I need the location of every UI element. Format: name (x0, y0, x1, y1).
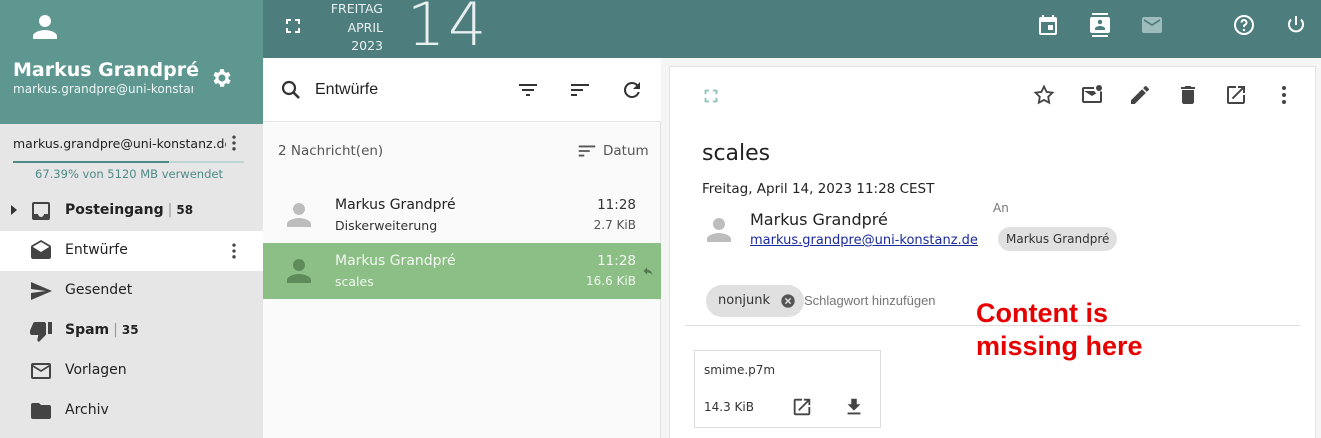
sort-icon[interactable] (568, 78, 592, 102)
sidebar-item-posteingang[interactable]: Posteingang | 58 (0, 191, 263, 231)
message-size: 2.7 KiB (593, 218, 636, 232)
message-date: Freitag, April 14, 2023 11:28 CEST (702, 181, 935, 197)
sidebar: Markus Grandpré markus.grandpre@uni-kons… (0, 0, 263, 438)
sort-icon (578, 145, 596, 157)
sidebar-item-entwuerfe[interactable]: Entwürfe (0, 231, 263, 271)
folder-label: Posteingang (65, 202, 164, 218)
sender-avatar-icon (287, 259, 311, 283)
refresh-icon[interactable] (620, 78, 644, 102)
folder-label: Entwürfe (65, 242, 128, 258)
sidebar-item-archiv[interactable]: Archiv (0, 391, 263, 431)
message-time: 11:28 (597, 197, 636, 213)
more-vertical-icon[interactable] (224, 133, 244, 153)
mark-unread-icon[interactable] (1080, 83, 1104, 107)
sender-avatar-icon (287, 203, 311, 227)
thumb-down-icon (30, 322, 52, 342)
folder-count: 58 (176, 203, 194, 217)
folder-count: 35 (121, 323, 139, 337)
folder-label: Vorlagen (65, 362, 127, 378)
message-size: 16.6 KiB (586, 274, 636, 288)
power-icon[interactable] (1284, 13, 1308, 37)
mail-icon[interactable] (1140, 13, 1164, 37)
tag-label: nonjunk (718, 293, 771, 308)
folder-icon (31, 403, 51, 419)
date-year: 2023 (351, 38, 383, 53)
tag-chip[interactable]: nonjunk (706, 285, 805, 317)
message-count: 2 Nachricht(en) (278, 143, 384, 159)
star-icon[interactable] (1032, 83, 1056, 107)
sender-name: Markus Grandpré (750, 210, 888, 229)
add-tag-input[interactable] (804, 293, 964, 308)
attachment-size: 14.3 KiB (704, 400, 754, 414)
folder-label: Gesendet (65, 282, 133, 298)
message-list-panel: 2 Nachricht(en) Datum Markus Grandpré Di… (263, 58, 661, 438)
quota-bar (13, 161, 244, 163)
message-subject: Diskerweiterung (335, 218, 438, 233)
list-item[interactable]: Markus Grandpré Diskerweiterung 11:28 2.… (263, 187, 661, 243)
open-external-icon[interactable] (1224, 83, 1248, 107)
user-email: markus.grandpre@uni-konstanz.de (13, 82, 193, 96)
folder-label: Spam (65, 322, 110, 338)
sidebar-item-spam[interactable]: Spam | 35 (0, 311, 263, 351)
expand-arrow-icon[interactable] (11, 205, 17, 215)
user-name: Markus Grandpré (13, 59, 199, 81)
filter-icon[interactable] (516, 78, 540, 102)
sender-email-link[interactable]: markus.grandpre@uni-konstanz.de (750, 233, 978, 248)
message-time: 11:28 (597, 253, 636, 269)
sender-avatar-icon (707, 218, 731, 242)
download-icon[interactable] (843, 396, 865, 418)
more-vertical-icon[interactable] (224, 241, 244, 261)
message-subject: scales (335, 274, 374, 289)
quota-fill (13, 161, 169, 163)
sidebar-item-vorlagen[interactable]: Vorlagen (0, 351, 263, 391)
edit-icon[interactable] (1128, 83, 1152, 107)
date-day: 14 (407, 0, 490, 60)
missing-content-note: Content is missing here (976, 298, 1143, 361)
attachment-card[interactable]: smime.p7m 14.3 KiB (694, 350, 881, 428)
sort-label: Datum (603, 143, 649, 159)
list-item[interactable]: Markus Grandpré scales 11:28 16.6 KiB (263, 243, 661, 299)
folder-label: Archiv (65, 402, 109, 418)
date-month: APRIL (347, 19, 383, 35)
remove-tag-icon[interactable] (780, 293, 796, 309)
recipient-label: An (993, 201, 1009, 215)
drafts-icon (31, 240, 51, 259)
delete-icon[interactable] (1176, 83, 1200, 107)
inbox-icon (32, 202, 50, 220)
search-input[interactable] (315, 78, 495, 102)
gear-icon[interactable] (210, 66, 234, 90)
calendar-icon[interactable] (1036, 13, 1060, 37)
user-header: Markus Grandpré markus.grandpre@uni-kons… (0, 0, 263, 124)
account-avatar-icon[interactable] (29, 12, 61, 42)
reply-icon (643, 267, 653, 275)
search-icon[interactable] (279, 78, 303, 102)
account-email[interactable]: markus.grandpre@uni-konstanz.de (13, 136, 226, 151)
date-stack: FREITAG APRIL 2023 (323, 0, 383, 56)
quota-text: 67.39% von 5120 MB verwendet (35, 167, 223, 181)
attachment-name: smime.p7m (704, 363, 776, 377)
message-sender: Markus Grandpré (335, 197, 456, 213)
fullscreen-icon[interactable] (281, 14, 305, 38)
contacts-icon[interactable] (1088, 13, 1112, 37)
top-bar: FREITAG APRIL 2023 14 (263, 0, 1321, 60)
help-icon[interactable] (1232, 13, 1256, 37)
message-sender: Markus Grandpré (335, 253, 456, 269)
send-icon (31, 282, 52, 300)
sidebar-item-gesendet[interactable]: Gesendet (0, 271, 263, 311)
recipient-chip[interactable]: Markus Grandpré (998, 227, 1118, 251)
message-subject-title: scales (702, 141, 771, 166)
date-weekday: FREITAG (330, 1, 383, 16)
more-vertical-icon[interactable] (1272, 83, 1296, 107)
open-external-icon[interactable] (791, 396, 813, 418)
message-reader: scales Freitag, April 14, 2023 11:28 CES… (669, 66, 1316, 438)
mail-outline-icon (31, 363, 51, 379)
search-bar (263, 58, 661, 122)
fullscreen-icon[interactable] (700, 85, 722, 107)
